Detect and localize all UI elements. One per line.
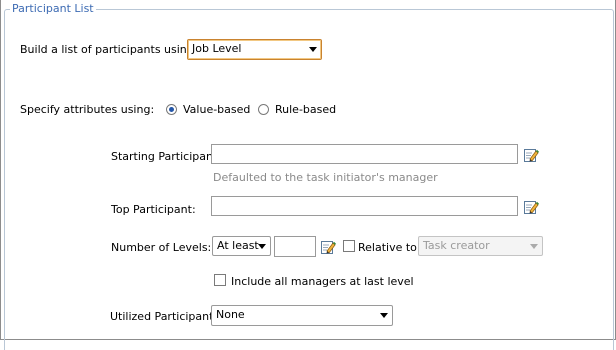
group-legend: Participant List bbox=[10, 2, 96, 15]
chevron-down-icon bbox=[380, 313, 388, 318]
build-list-value: Job Level bbox=[192, 42, 242, 55]
value-based-label[interactable]: Value-based bbox=[183, 103, 250, 116]
build-list-label: Build a list of participants using: bbox=[20, 43, 198, 56]
attributes-label: Specify attributes using: bbox=[20, 103, 155, 116]
starting-participant-hint: Defaulted to the task initiator's manage… bbox=[213, 171, 438, 184]
edit-pencil-icon[interactable] bbox=[523, 147, 539, 163]
levels-mode-value: At least bbox=[217, 239, 259, 252]
relative-to-label[interactable]: Relative to: bbox=[358, 241, 421, 254]
build-list-select[interactable]: Job Level bbox=[187, 39, 322, 60]
relative-to-checkbox[interactable] bbox=[343, 240, 355, 252]
levels-count-input[interactable] bbox=[274, 236, 316, 257]
include-managers-checkbox[interactable] bbox=[214, 274, 226, 286]
include-managers-label[interactable]: Include all managers at last level bbox=[231, 275, 414, 288]
utilized-participants-value: None bbox=[216, 308, 245, 321]
top-participant-label: Top Participant: bbox=[111, 203, 196, 216]
number-of-levels-label: Number of Levels: bbox=[111, 241, 212, 254]
edit-pencil-icon[interactable] bbox=[320, 239, 336, 255]
chevron-down-icon bbox=[258, 244, 266, 249]
top-participant-input[interactable] bbox=[211, 196, 518, 216]
relative-to-select[interactable]: Task creator bbox=[418, 236, 543, 256]
utilized-participants-select[interactable]: None bbox=[211, 305, 393, 326]
value-based-radio[interactable] bbox=[166, 104, 177, 115]
starting-participant-input[interactable] bbox=[211, 144, 518, 164]
edit-pencil-icon[interactable] bbox=[523, 199, 539, 215]
levels-mode-select[interactable]: At least bbox=[212, 236, 271, 256]
rule-based-radio[interactable] bbox=[258, 104, 269, 115]
chevron-down-icon bbox=[309, 47, 317, 52]
relative-to-value: Task creator bbox=[423, 239, 490, 252]
starting-participant-label: Starting Participant: bbox=[111, 150, 221, 163]
utilized-participants-label: Utilized Participants: bbox=[110, 310, 223, 323]
chevron-down-icon bbox=[530, 244, 538, 249]
rule-based-label[interactable]: Rule-based bbox=[275, 103, 336, 116]
